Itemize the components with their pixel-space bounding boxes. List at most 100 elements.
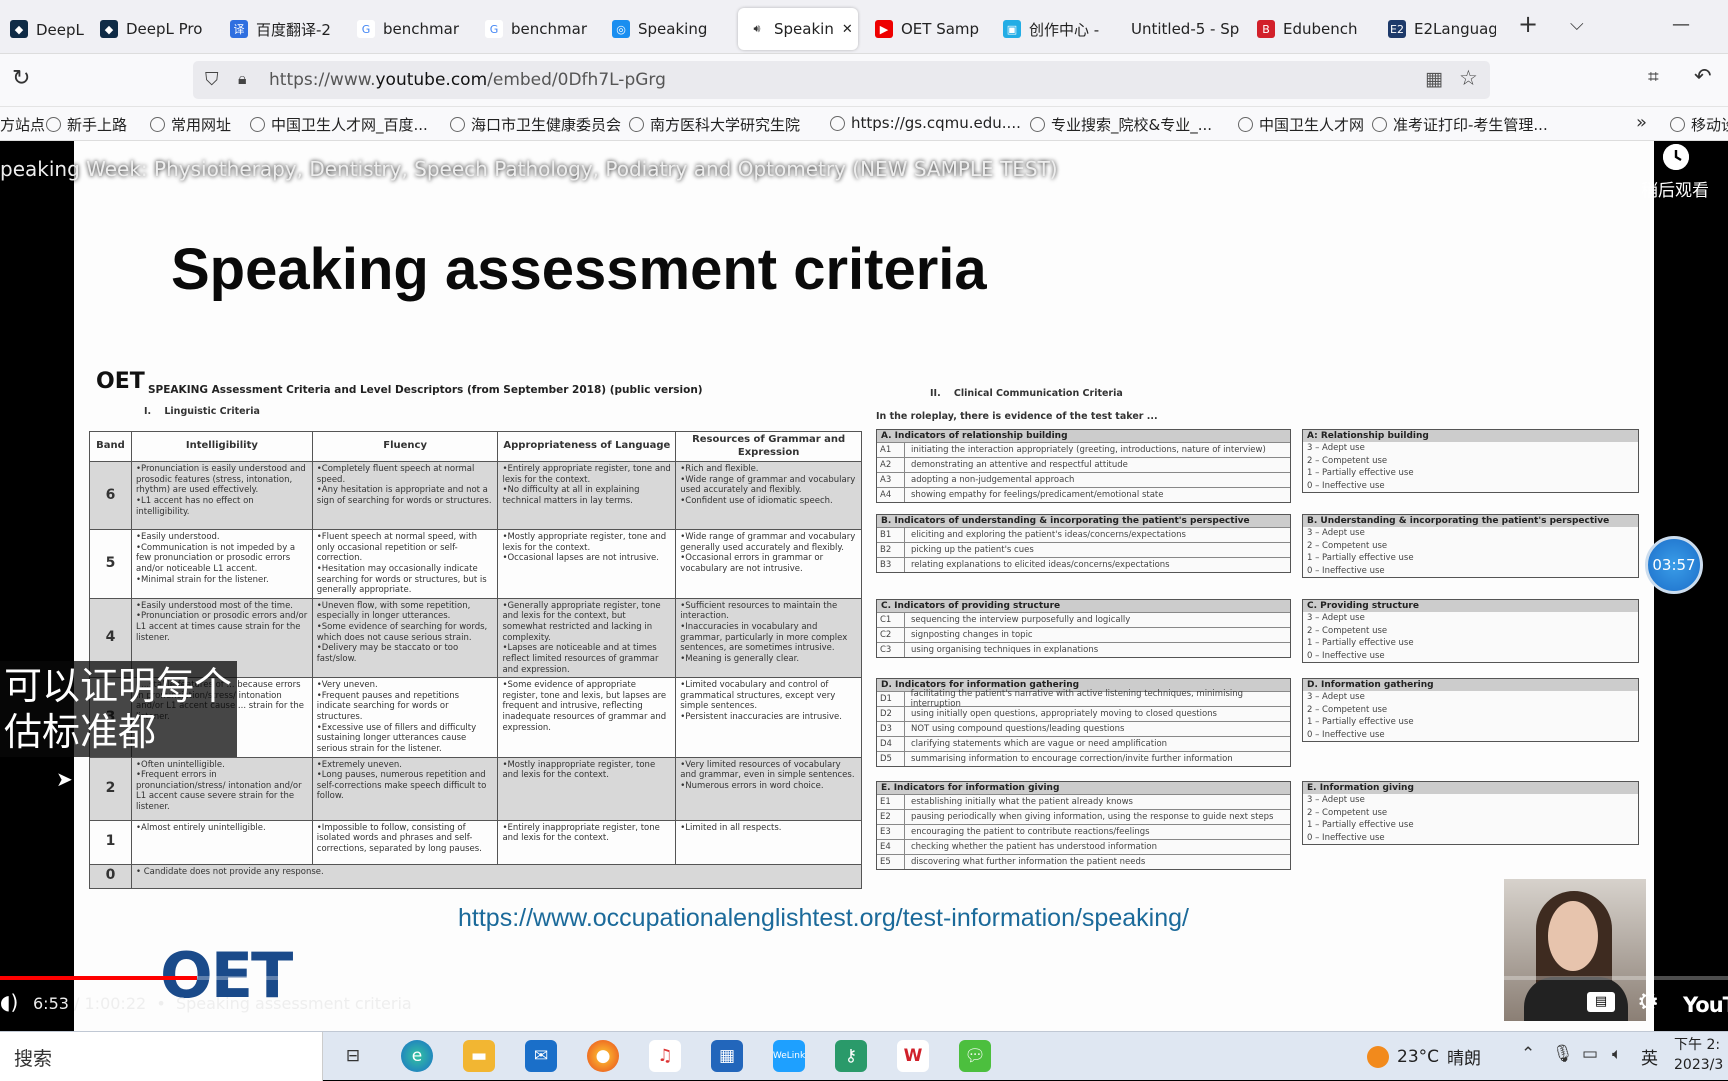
bookmark-4[interactable]: 海口市卫生健康委员会 xyxy=(450,114,621,135)
mail-icon[interactable]: ✉ xyxy=(525,1040,557,1072)
indicator-code: E3 xyxy=(877,825,905,839)
indicator-text: initiating the interaction appropriately… xyxy=(911,445,1266,455)
watch-later-label[interactable]: 稍后观看 xyxy=(1641,176,1709,201)
battery-icon[interactable]: ▭ xyxy=(1582,1044,1598,1064)
clinical-indicator-box: B. Indicators of understanding & incorpo… xyxy=(876,514,1291,573)
indicator-row: B3 relating explanations to elicited idea… xyxy=(877,557,1290,572)
bookmark-favicon-icon xyxy=(250,117,265,132)
bookmark-5[interactable]: 南方医科大学研究生院 xyxy=(629,114,800,135)
ling-header-cell: Appropriateness of Language xyxy=(497,431,677,462)
system-clock[interactable]: 下午 2: 2023/3 xyxy=(1674,1035,1723,1075)
bookmark-6[interactable]: https://gs.cqmu.edu.... xyxy=(830,114,1021,132)
indicator-text: pausing periodically when giving informa… xyxy=(911,812,1274,822)
clock-icon[interactable] xyxy=(1663,144,1689,170)
tab-1[interactable]: ◆ DeepL Pro xyxy=(90,8,210,50)
tab-0[interactable]: ◆ DeepL翻译 xyxy=(0,8,84,50)
video-player[interactable]: Speaking assessment criteria OET SPEAKIN… xyxy=(0,141,1728,1031)
ime-indicator[interactable]: 英 xyxy=(1641,1044,1658,1069)
bookmark-10[interactable]: 移动设 xyxy=(1670,114,1728,135)
descriptor-cell: •Entirely inappropriate register, tone a… xyxy=(497,819,677,865)
crop-icon[interactable]: ⌗ xyxy=(1648,66,1659,88)
scan-icon: ◎ xyxy=(612,20,630,38)
indicator-text: sequencing the interview purposefully an… xyxy=(911,615,1131,625)
youtube-logo[interactable]: YouTu xyxy=(1683,993,1728,1017)
slide-frame: Speaking assessment criteria OET SPEAKIN… xyxy=(74,141,1654,1031)
wps-office-icon[interactable]: W xyxy=(897,1040,929,1072)
speaker-icon[interactable]: 🔈︎ xyxy=(1612,1044,1622,1064)
tab-list-chevron-icon[interactable]: ⌵ xyxy=(1570,14,1584,35)
undo-icon[interactable]: ↶ xyxy=(1694,64,1712,88)
roleplay-note: In the roleplay, there is evidence of th… xyxy=(876,411,1158,422)
e2-icon: E2 xyxy=(1388,20,1406,38)
tab-10[interactable]: B Edubench xyxy=(1247,8,1369,50)
indicator-text: clarifying statements which are vague or… xyxy=(911,739,1168,749)
indicator-heading: C. Indicators of providing structure xyxy=(877,600,1290,612)
indicator-row: D1 facilitating the patient's narrative w… xyxy=(877,689,1290,709)
key-app-icon[interactable]: ⚷ xyxy=(835,1040,867,1072)
indicator-row: B2 picking up the patient's cues xyxy=(877,542,1290,557)
close-tab-icon[interactable]: ✕ xyxy=(842,22,853,37)
bookmark-0[interactable]: 方站点 xyxy=(0,114,45,135)
bookmarks-overflow-chevron-icon[interactable]: » xyxy=(1636,112,1647,133)
volume-icon[interactable]: ◖) xyxy=(0,990,18,1014)
taskbar-search-box[interactable]: 搜索 xyxy=(0,1032,323,1081)
chapter-title[interactable]: Speaking assessment criteria xyxy=(176,994,412,1013)
bookmark-8[interactable]: 中国卫生人才网 xyxy=(1238,114,1364,135)
tab-6[interactable]: 🔊︎ Speakin ✕ xyxy=(738,8,858,50)
descriptor-cell: •Mostly appropriate register, tone and l… xyxy=(497,529,677,599)
subtitle-caption: 可以证明每个 估标准都 xyxy=(0,661,237,757)
weather-widget[interactable]: 23°C 晴朗 xyxy=(1367,1044,1481,1069)
shield-icon[interactable]: ⛉ xyxy=(205,69,219,90)
progress-bar[interactable] xyxy=(0,976,1728,980)
video-title[interactable]: peaking Week: Physiotherapy, Dentistry, … xyxy=(0,157,1058,181)
indicator-row: A2 demonstrating an attentive and respect… xyxy=(877,457,1290,472)
wechat-icon[interactable]: 💬︎ xyxy=(959,1040,991,1072)
firefox-icon[interactable]: ● xyxy=(587,1040,619,1072)
clinical-indicator-box: A. Indicators of relationship building A1… xyxy=(876,429,1291,503)
band-row: 1 •Almost entirely unintelligible. •Imposs… xyxy=(89,819,862,865)
indicator-text: demonstrating an attentive and respectfu… xyxy=(911,460,1128,470)
edge-browser-icon[interactable]: e xyxy=(401,1040,433,1072)
tab-4[interactable]: Gbenchmar xyxy=(475,8,593,50)
oet-speaking-link[interactable]: https://www.occupationalenglishtest.org/… xyxy=(458,904,1189,933)
indicator-code: D2 xyxy=(877,707,905,721)
indicator-heading: E. Indicators for information giving xyxy=(877,782,1290,794)
indicator-row: D4 clarifying statements which are vague … xyxy=(877,736,1290,751)
microsoft-store-icon[interactable]: ▦ xyxy=(711,1040,743,1072)
lock-icon[interactable]: 🔒︎ xyxy=(238,69,247,89)
new-tab-button[interactable]: + xyxy=(1518,10,1538,38)
tab-11[interactable]: E2 E2Languag xyxy=(1378,8,1496,50)
bookmark-2[interactable]: 常用网址 xyxy=(150,114,231,135)
url-text[interactable]: https://www.youtube.com/embed/0Dfh7L-pGr… xyxy=(269,70,666,90)
tab-2[interactable]: 译百度翻译-2 xyxy=(220,8,338,50)
tab-5[interactable]: ◎ Speaking xyxy=(602,8,730,50)
bookmark-favicon-icon xyxy=(150,117,165,132)
tab-9[interactable]: Untitled-5 - Sp xyxy=(1121,8,1241,50)
indicator-code: A4 xyxy=(877,488,905,502)
bookmark-1[interactable]: 新手上路 xyxy=(46,114,127,135)
bookmark-9[interactable]: 准考证打印-考生管理... xyxy=(1372,114,1548,135)
bookmark-7[interactable]: 专业搜索_院校&专业_... xyxy=(1030,114,1212,135)
qr-code-icon[interactable]: ▦ xyxy=(1425,68,1443,90)
microphone-icon[interactable]: 🎙︎ xyxy=(1552,1044,1574,1064)
tab-7[interactable]: ▶ OET Samp xyxy=(865,8,985,50)
welink-icon[interactable]: WeLink xyxy=(773,1040,805,1072)
tab-3[interactable]: Gbenchmar xyxy=(347,8,465,50)
reload-icon[interactable]: ↻ xyxy=(12,66,30,91)
file-explorer-icon[interactable]: ▬ xyxy=(463,1040,495,1072)
tab-8[interactable]: ▣ 创作中心 - xyxy=(993,8,1113,50)
itunes-icon[interactable]: ♫ xyxy=(649,1040,681,1072)
descriptor-cell: •Rich and flexible. •Wide range of gramm… xyxy=(675,461,862,530)
scale-line: 0 – Ineffective use xyxy=(1307,729,1385,740)
bookmark-star-icon[interactable]: ☆ xyxy=(1459,66,1478,90)
address-bar[interactable]: ⛉ 🔒︎ https://www.youtube.com/embed/0Dfh7… xyxy=(193,61,1490,99)
minimize-window-button[interactable]: — xyxy=(1672,14,1690,35)
mouse-cursor-icon: ➤ xyxy=(56,767,73,791)
subtitles-icon[interactable]: ▤ xyxy=(1587,992,1615,1012)
task-view-icon[interactable]: ⊟ xyxy=(337,1040,369,1072)
settings-gear-icon[interactable]: ⚙ xyxy=(1637,987,1659,1016)
tray-chevron-icon[interactable]: ⌃ xyxy=(1521,1044,1535,1064)
bookmark-3[interactable]: 中国卫生人才网_百度... xyxy=(250,114,428,135)
indicator-row: D3 NOT using compound questions/leading q… xyxy=(877,721,1290,736)
timer-badge[interactable]: 03:57 xyxy=(1645,536,1703,594)
